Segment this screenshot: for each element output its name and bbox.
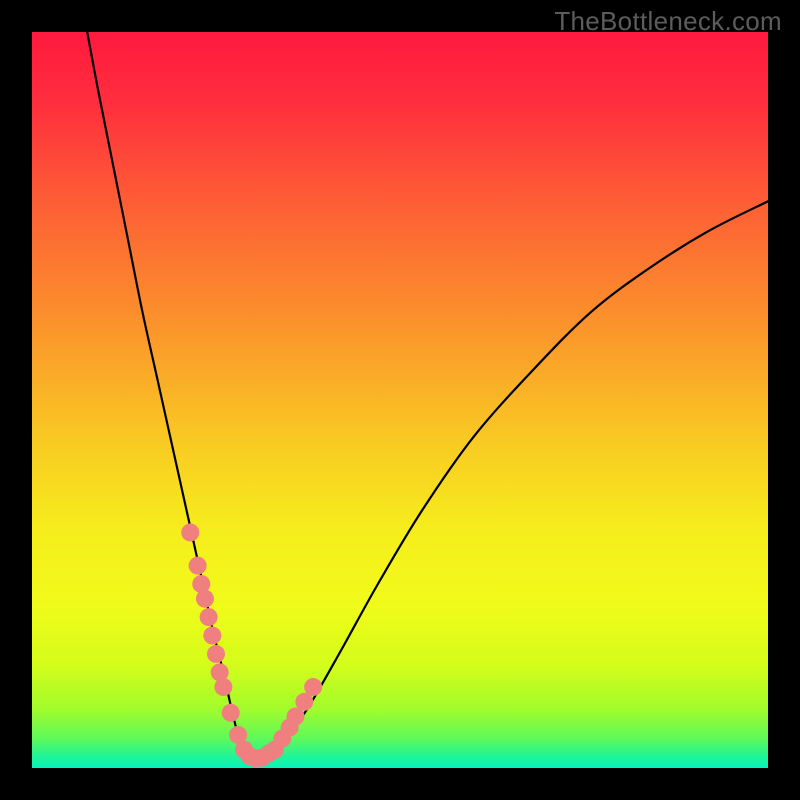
highlight-marker	[181, 523, 199, 541]
highlight-marker	[203, 627, 221, 645]
highlight-marker	[304, 678, 322, 696]
chart-frame: TheBottleneck.com	[0, 0, 800, 800]
highlight-marker	[214, 678, 232, 696]
highlight-marker	[189, 557, 207, 575]
highlight-marker	[222, 704, 240, 722]
bottleneck-curve	[32, 32, 768, 768]
plot-area	[32, 32, 768, 768]
highlight-marker	[196, 590, 214, 608]
highlight-marker	[207, 645, 225, 663]
highlight-marker	[200, 608, 218, 626]
